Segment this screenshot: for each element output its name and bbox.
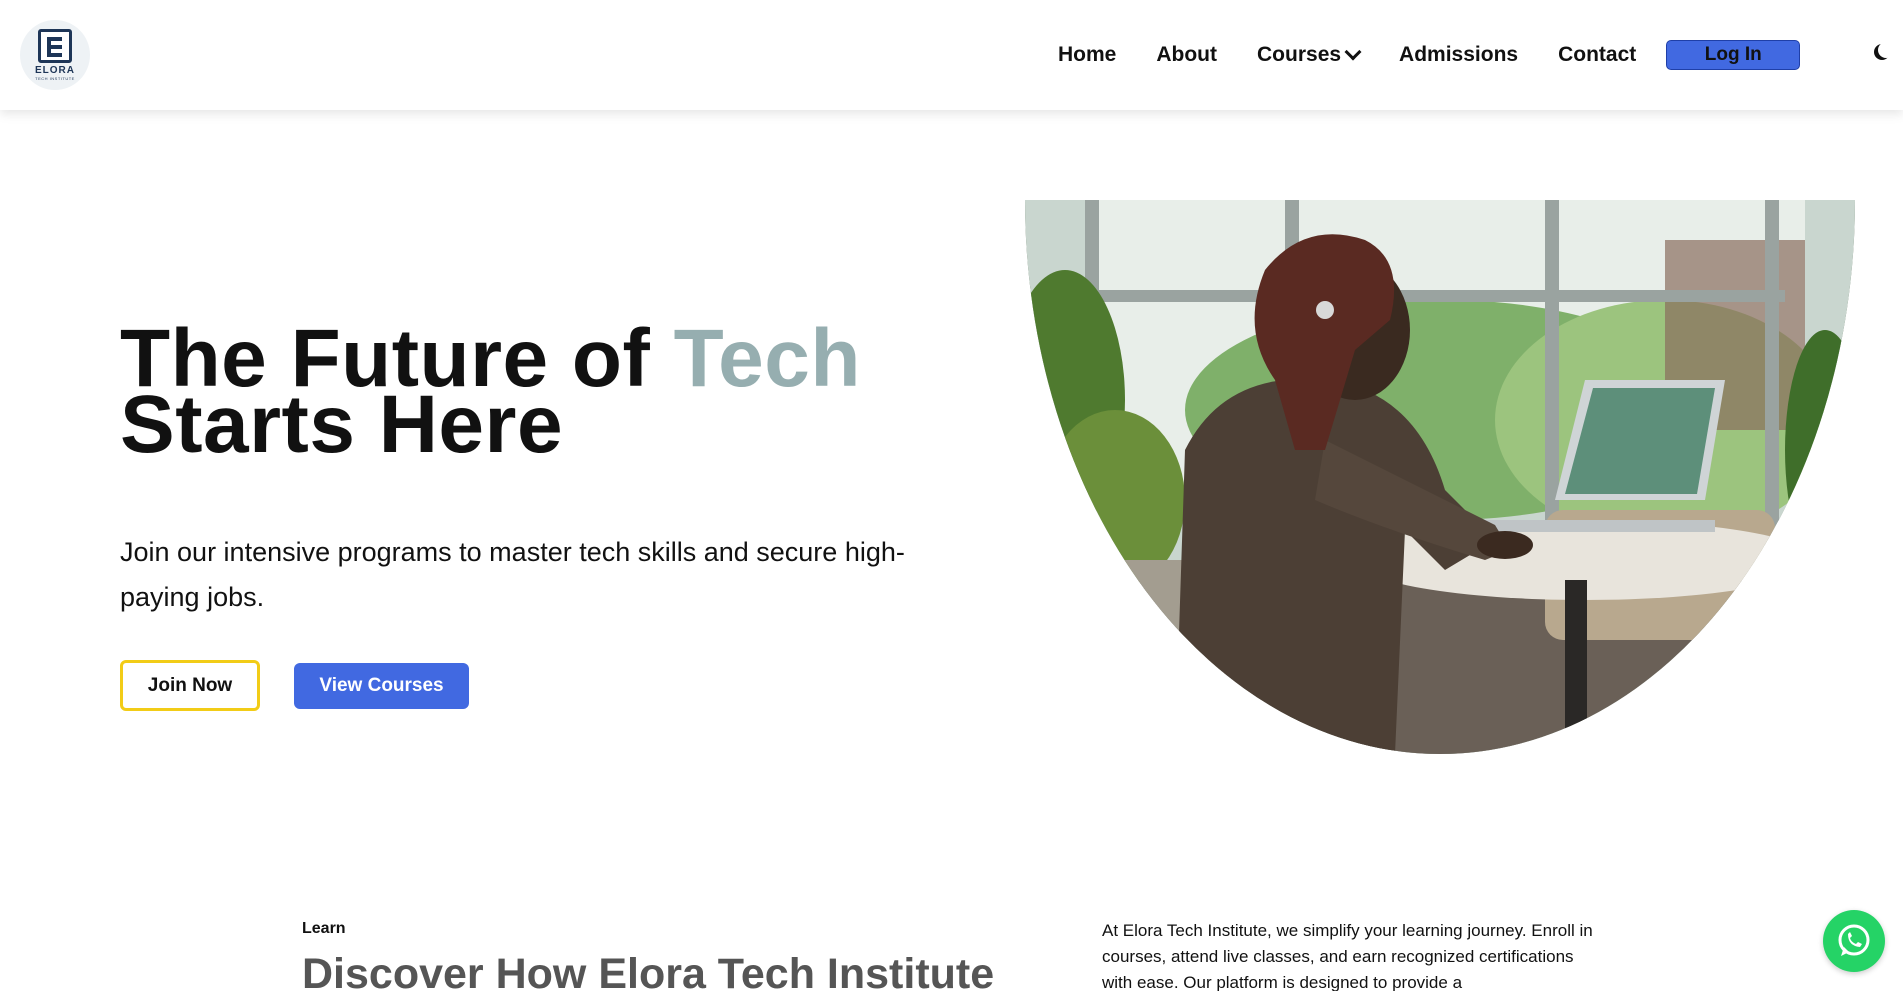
moon-icon[interactable] <box>1878 42 1894 58</box>
hero-title: The Future of Tech Starts Here <box>120 318 861 466</box>
nav-admissions[interactable]: Admissions <box>1399 43 1518 67</box>
nav-courses-label: Courses <box>1257 43 1342 66</box>
section-title: Discover How Elora Tech Institute <box>302 950 995 991</box>
main-nav: Home About Courses Admissions Contact Lo… <box>1058 40 1801 70</box>
login-button[interactable]: Log In <box>1666 40 1801 70</box>
logo-text: ELORA <box>35 65 75 76</box>
site-header: ELORA TECH INSTITUTE Home About Courses … <box>0 0 1903 110</box>
section-description: At Elora Tech Institute, we simplify you… <box>1102 921 1593 991</box>
nav-about[interactable]: About <box>1156 43 1217 67</box>
hero-subtitle: Join our intensive programs to master te… <box>120 537 905 612</box>
hero-photo-illustration <box>1025 200 1855 754</box>
hero-title-accent: Tech <box>673 313 861 404</box>
hero-image <box>1025 200 1855 754</box>
chevron-down-icon <box>1344 43 1362 61</box>
nav-home[interactable]: Home <box>1058 43 1116 67</box>
logo-subtext: TECH INSTITUTE <box>35 76 75 81</box>
view-courses-button[interactable]: View Courses <box>294 663 469 709</box>
section-eyebrow: Learn <box>302 920 346 937</box>
nav-contact[interactable]: Contact <box>1558 43 1636 67</box>
nav-courses[interactable]: Courses <box>1257 43 1362 67</box>
whatsapp-icon <box>1838 924 1870 956</box>
logo-mark-icon <box>38 29 72 63</box>
join-now-button[interactable]: Join Now <box>120 660 260 711</box>
brand-logo[interactable]: ELORA TECH INSTITUTE <box>20 20 90 90</box>
whatsapp-chat-button[interactable] <box>1823 910 1885 972</box>
hero-title-line2: Starts Here <box>120 379 564 470</box>
